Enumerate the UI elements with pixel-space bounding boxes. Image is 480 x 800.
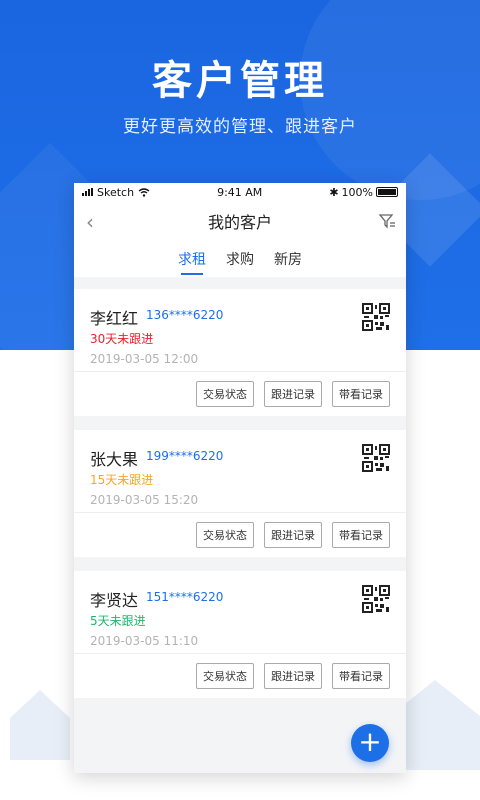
customer-phone[interactable]: 151****6220 bbox=[146, 590, 223, 604]
promo-subtitle: 更好更高效的管理、跟进客户 bbox=[123, 117, 357, 137]
page-title: 我的客户 bbox=[207, 213, 272, 232]
follow-record-button[interactable]: 跟进记录 bbox=[264, 381, 322, 407]
customer-phone[interactable]: 199****6220 bbox=[146, 449, 223, 463]
follow-record-button[interactable]: 跟进记录 bbox=[264, 522, 322, 548]
customer-list: 李红红 136****6220 30天未跟进 2019-03-05 12:00 … bbox=[74, 277, 406, 698]
follow-status: 5天未跟进 bbox=[90, 614, 146, 628]
trade-status-button[interactable]: 交易状态 bbox=[196, 381, 254, 407]
customer-name: 李红红 bbox=[90, 309, 139, 328]
signal-icon bbox=[82, 188, 93, 196]
status-bar: Sketch 9:41 AM ✱ 100% bbox=[74, 183, 406, 201]
qr-code-icon[interactable] bbox=[362, 585, 390, 613]
customer-name: 李贤达 bbox=[90, 591, 139, 610]
filter-icon[interactable] bbox=[378, 212, 396, 230]
tab-bar: 求租 求购 新房 bbox=[74, 241, 406, 277]
customer-phone[interactable]: 136****6220 bbox=[146, 308, 223, 322]
battery-icon bbox=[375, 187, 398, 197]
customer-card[interactable]: 李贤达 151****6220 5天未跟进 2019-03-05 11:10 交… bbox=[74, 571, 406, 698]
customer-card[interactable]: 李红红 136****6220 30天未跟进 2019-03-05 12:00 … bbox=[74, 289, 406, 416]
chevron-left-icon[interactable]: ‹ bbox=[86, 210, 94, 234]
qr-code-icon[interactable] bbox=[362, 444, 390, 472]
follow-status: 15天未跟进 bbox=[90, 473, 154, 487]
phone-mockup: Sketch 9:41 AM ✱ 100% ‹ 我的客户 求租 求购 新房 李红… bbox=[74, 183, 406, 773]
trade-status-button[interactable]: 交易状态 bbox=[196, 522, 254, 548]
customer-card[interactable]: 张大果 199****6220 15天未跟进 2019-03-05 15:20 … bbox=[74, 430, 406, 557]
status-time: 9:41 AM bbox=[217, 185, 263, 199]
bluetooth-icon: ✱ bbox=[329, 185, 339, 199]
add-customer-button[interactable]: + bbox=[351, 724, 389, 762]
follow-status: 30天未跟进 bbox=[90, 332, 154, 346]
wifi-icon bbox=[138, 187, 150, 197]
qr-code-icon[interactable] bbox=[362, 303, 390, 331]
customer-date: 2019-03-05 12:00 bbox=[90, 352, 199, 366]
carrier-label: Sketch bbox=[97, 185, 135, 199]
trade-status-button[interactable]: 交易状态 bbox=[196, 663, 254, 689]
follow-record-button[interactable]: 跟进记录 bbox=[264, 663, 322, 689]
view-record-button[interactable]: 带看记录 bbox=[332, 522, 390, 548]
customer-date: 2019-03-05 15:20 bbox=[90, 493, 199, 507]
promo-title: 客户管理 bbox=[152, 58, 328, 104]
view-record-button[interactable]: 带看记录 bbox=[332, 663, 390, 689]
tab-new-house[interactable]: 新房 bbox=[274, 243, 302, 275]
customer-date: 2019-03-05 11:10 bbox=[90, 634, 199, 648]
nav-bar: ‹ 我的客户 bbox=[74, 201, 406, 241]
tab-buy[interactable]: 求购 bbox=[226, 243, 254, 275]
tab-rent[interactable]: 求租 bbox=[178, 243, 206, 275]
customer-name: 张大果 bbox=[90, 450, 139, 469]
battery-percent: 100% bbox=[341, 185, 373, 199]
view-record-button[interactable]: 带看记录 bbox=[332, 381, 390, 407]
